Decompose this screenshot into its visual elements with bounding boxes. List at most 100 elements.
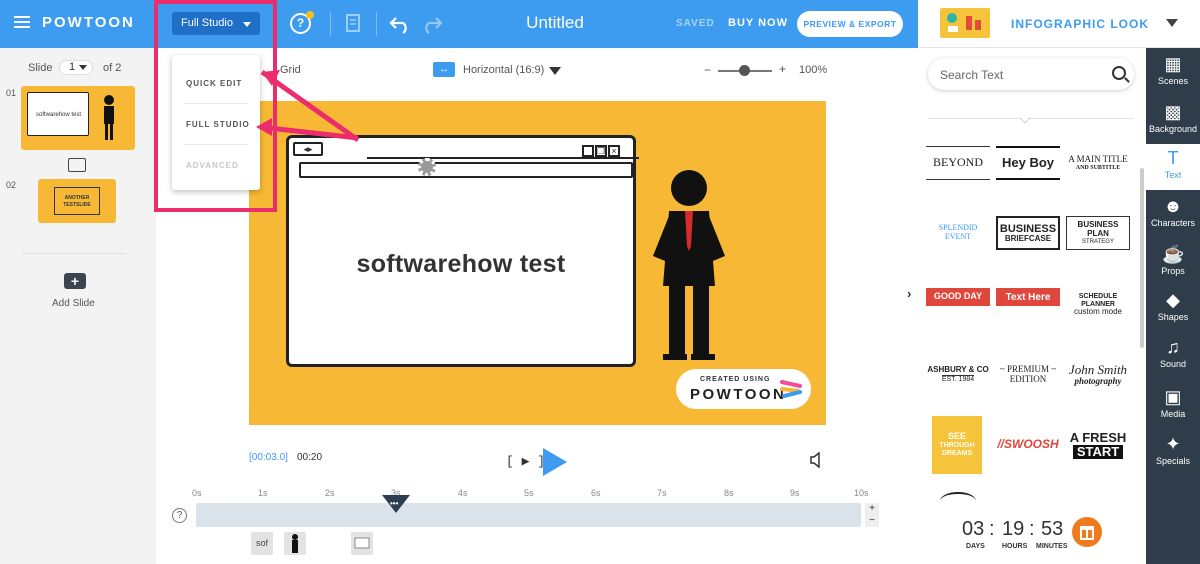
sidebar-item-sound[interactable]: ♫ Sound bbox=[1146, 333, 1200, 379]
sidebar-item-props[interactable]: ☕ Props bbox=[1146, 240, 1200, 286]
zoom-in-button[interactable]: + bbox=[779, 62, 786, 76]
timeline-zoom-out-button[interactable]: − bbox=[865, 515, 879, 527]
expand-right-panel-icon[interactable]: › bbox=[907, 286, 911, 301]
chevron-down-icon[interactable] bbox=[1166, 19, 1178, 27]
text-style-premium-edition[interactable]: ~ PREMIUM ~ EDITION bbox=[996, 358, 1060, 392]
text-style-label: ASHBURY & CO bbox=[927, 365, 989, 375]
sound-icon: ♫ bbox=[1166, 337, 1180, 357]
text-style-label: SPLENDID EVENT bbox=[938, 223, 978, 241]
timeline-track[interactable] bbox=[196, 503, 861, 527]
background-icon: ▩ bbox=[1164, 102, 1182, 122]
project-title[interactable]: Untitled bbox=[500, 13, 610, 33]
text-style-sublabel: BRIEFCASE bbox=[1004, 233, 1052, 243]
characters-icon: ☻ bbox=[1163, 196, 1183, 216]
slide-thumbnail-1[interactable]: softwarehow test bbox=[21, 86, 135, 150]
text-style-label: SCHEDULE PLANNER bbox=[1078, 292, 1118, 308]
sidebar-item-text[interactable]: T Text bbox=[1146, 144, 1200, 190]
gear-icon[interactable] bbox=[418, 158, 436, 176]
annotation-arrows bbox=[256, 69, 360, 143]
transition-icon[interactable] bbox=[68, 158, 86, 172]
text-style-label: BUSINESS bbox=[999, 222, 1057, 235]
sidebar-item-background[interactable]: ▩ Background bbox=[1146, 98, 1200, 144]
timeline-zoom-in-button[interactable]: + bbox=[865, 503, 879, 515]
panel-scrollbar[interactable] bbox=[1140, 168, 1144, 348]
notes-icon[interactable] bbox=[342, 12, 366, 36]
hamburger-menu-icon[interactable] bbox=[14, 16, 30, 29]
badge-subtitle: CREATED USING bbox=[700, 376, 771, 383]
sidebar-item-scenes[interactable]: ▦ Scenes bbox=[1146, 50, 1200, 96]
timeline-element-window[interactable] bbox=[351, 532, 373, 555]
redo-icon[interactable] bbox=[420, 12, 444, 36]
slide-thumbnail-2[interactable]: ANOTHER TESTSLIDE bbox=[38, 179, 116, 223]
text-style-text-here[interactable]: Text Here bbox=[996, 288, 1060, 306]
text-style-swoosh[interactable]: //SWOOSH bbox=[996, 428, 1060, 462]
text-style-partial[interactable] bbox=[940, 492, 976, 510]
text-style-schedule-planner[interactable]: SCHEDULE PLANNER custom mode bbox=[1064, 288, 1132, 322]
add-slide-button[interactable]: Add Slide bbox=[52, 298, 95, 309]
volume-icon[interactable] bbox=[809, 452, 823, 468]
created-using-badge[interactable]: CREATED USING POWTOON bbox=[676, 369, 811, 409]
slide-text[interactable]: softwarehow test bbox=[289, 250, 633, 279]
countdown-hours: 19 bbox=[1002, 518, 1025, 540]
businessman-character[interactable] bbox=[649, 166, 729, 366]
text-style-a-fresh-start[interactable]: A FRESH START bbox=[1068, 426, 1128, 464]
text-style-label: BUSINESS PLAN bbox=[1077, 219, 1119, 238]
buy-now-link[interactable]: BUY NOW bbox=[728, 17, 788, 29]
play-frame-button[interactable]: [ ▶ ] bbox=[506, 454, 545, 469]
scenes-icon: ▦ bbox=[1164, 54, 1182, 74]
countdown-days-label: DAYS bbox=[966, 543, 985, 550]
text-style-good-day[interactable]: GOOD DAY bbox=[926, 288, 990, 306]
chevron-down-icon bbox=[79, 65, 87, 70]
asset-category-sidebar: ▦ Scenes ▩ Background T Text ☻ Characters ☕ P… bbox=[1146, 48, 1200, 564]
undo-icon[interactable] bbox=[388, 12, 412, 36]
slide-number-select[interactable]: 1 bbox=[59, 60, 93, 75]
orientation-icon[interactable]: ↔ bbox=[433, 62, 455, 77]
text-style-main-title[interactable]: A MAIN TITLE AND SUBTITLE bbox=[1066, 146, 1130, 180]
zoom-level: 100% bbox=[799, 64, 828, 76]
play-icon[interactable] bbox=[543, 448, 567, 476]
browser-window-graphic[interactable]: ◂▸ _ ❐ × softwarehow test bbox=[286, 135, 639, 367]
search-icon[interactable] bbox=[1112, 66, 1126, 80]
sidebar-item-media[interactable]: ▣ Media bbox=[1146, 383, 1200, 429]
window-graphic-icon bbox=[354, 537, 370, 549]
sidebar-item-specials[interactable]: ✦ Specials bbox=[1146, 430, 1200, 476]
text-style-business-briefcase[interactable]: BUSINESS BRIEFCASE bbox=[996, 216, 1060, 250]
text-style-splendid-event[interactable]: SPLENDID EVENT bbox=[926, 216, 990, 250]
text-style-business-plan[interactable]: BUSINESS PLAN STRATEGY bbox=[1066, 216, 1130, 250]
text-style-ashbury[interactable]: ASHBURY & CO EST. 1984 bbox=[926, 358, 990, 392]
text-style-see-through-dreams[interactable]: SEE THROUGH DREAMS bbox=[932, 416, 982, 474]
add-slide-icon[interactable]: + bbox=[64, 273, 86, 289]
timeline-element-text[interactable]: sof bbox=[251, 532, 273, 555]
text-style-sublabel: AND SUBTITLE bbox=[1075, 164, 1121, 171]
text-style-hey-boy[interactable]: Hey Boy bbox=[996, 146, 1060, 180]
orientation-label[interactable]: Horizontal (16:9) bbox=[463, 64, 544, 76]
panel-notch bbox=[1019, 112, 1031, 124]
gift-icon[interactable] bbox=[1072, 517, 1102, 547]
search-text-field[interactable]: Search Text bbox=[928, 58, 1134, 90]
preview-export-button[interactable]: PREVIEW & EXPORT bbox=[797, 11, 903, 37]
sidebar-item-characters[interactable]: ☻ Characters bbox=[1146, 192, 1200, 238]
timeline-element-character[interactable] bbox=[284, 532, 306, 555]
text-style-sublabel: EST. 1984 bbox=[941, 375, 975, 384]
countdown-days: 03 bbox=[962, 518, 985, 540]
timeline-help-icon[interactable]: ? bbox=[172, 508, 187, 523]
slide-label: Slide bbox=[28, 62, 53, 74]
zoom-slider-handle[interactable] bbox=[739, 65, 750, 76]
zoom-out-button[interactable]: − bbox=[704, 63, 711, 77]
thumbnail-text-line: TESTSLIDE bbox=[63, 201, 91, 208]
countdown-minutes-label: MINUTES bbox=[1036, 543, 1068, 550]
sidebar-item-shapes[interactable]: ◆ Shapes bbox=[1146, 286, 1200, 332]
powtoon-logo: POWTOON bbox=[42, 14, 135, 31]
chevron-down-icon[interactable] bbox=[549, 67, 561, 75]
text-style-label: Text Here bbox=[1005, 291, 1051, 303]
top-bar: POWTOON Full Studio ? Untitled SAVED BUY… bbox=[0, 0, 918, 48]
text-style-label: John Smith bbox=[1068, 361, 1128, 377]
sidebar-item-label: Text bbox=[1164, 170, 1182, 180]
text-style-beyond[interactable]: BEYOND bbox=[926, 146, 990, 180]
sidebar-item-label: Background bbox=[1148, 124, 1198, 134]
text-style-john-smith[interactable]: John Smith photography bbox=[1066, 358, 1130, 392]
shapes-icon: ◆ bbox=[1166, 290, 1180, 310]
saved-status: SAVED bbox=[676, 18, 715, 29]
toolbar-divider bbox=[330, 12, 331, 36]
style-selector[interactable]: INFOGRAPHIC LOOK bbox=[918, 0, 1200, 48]
